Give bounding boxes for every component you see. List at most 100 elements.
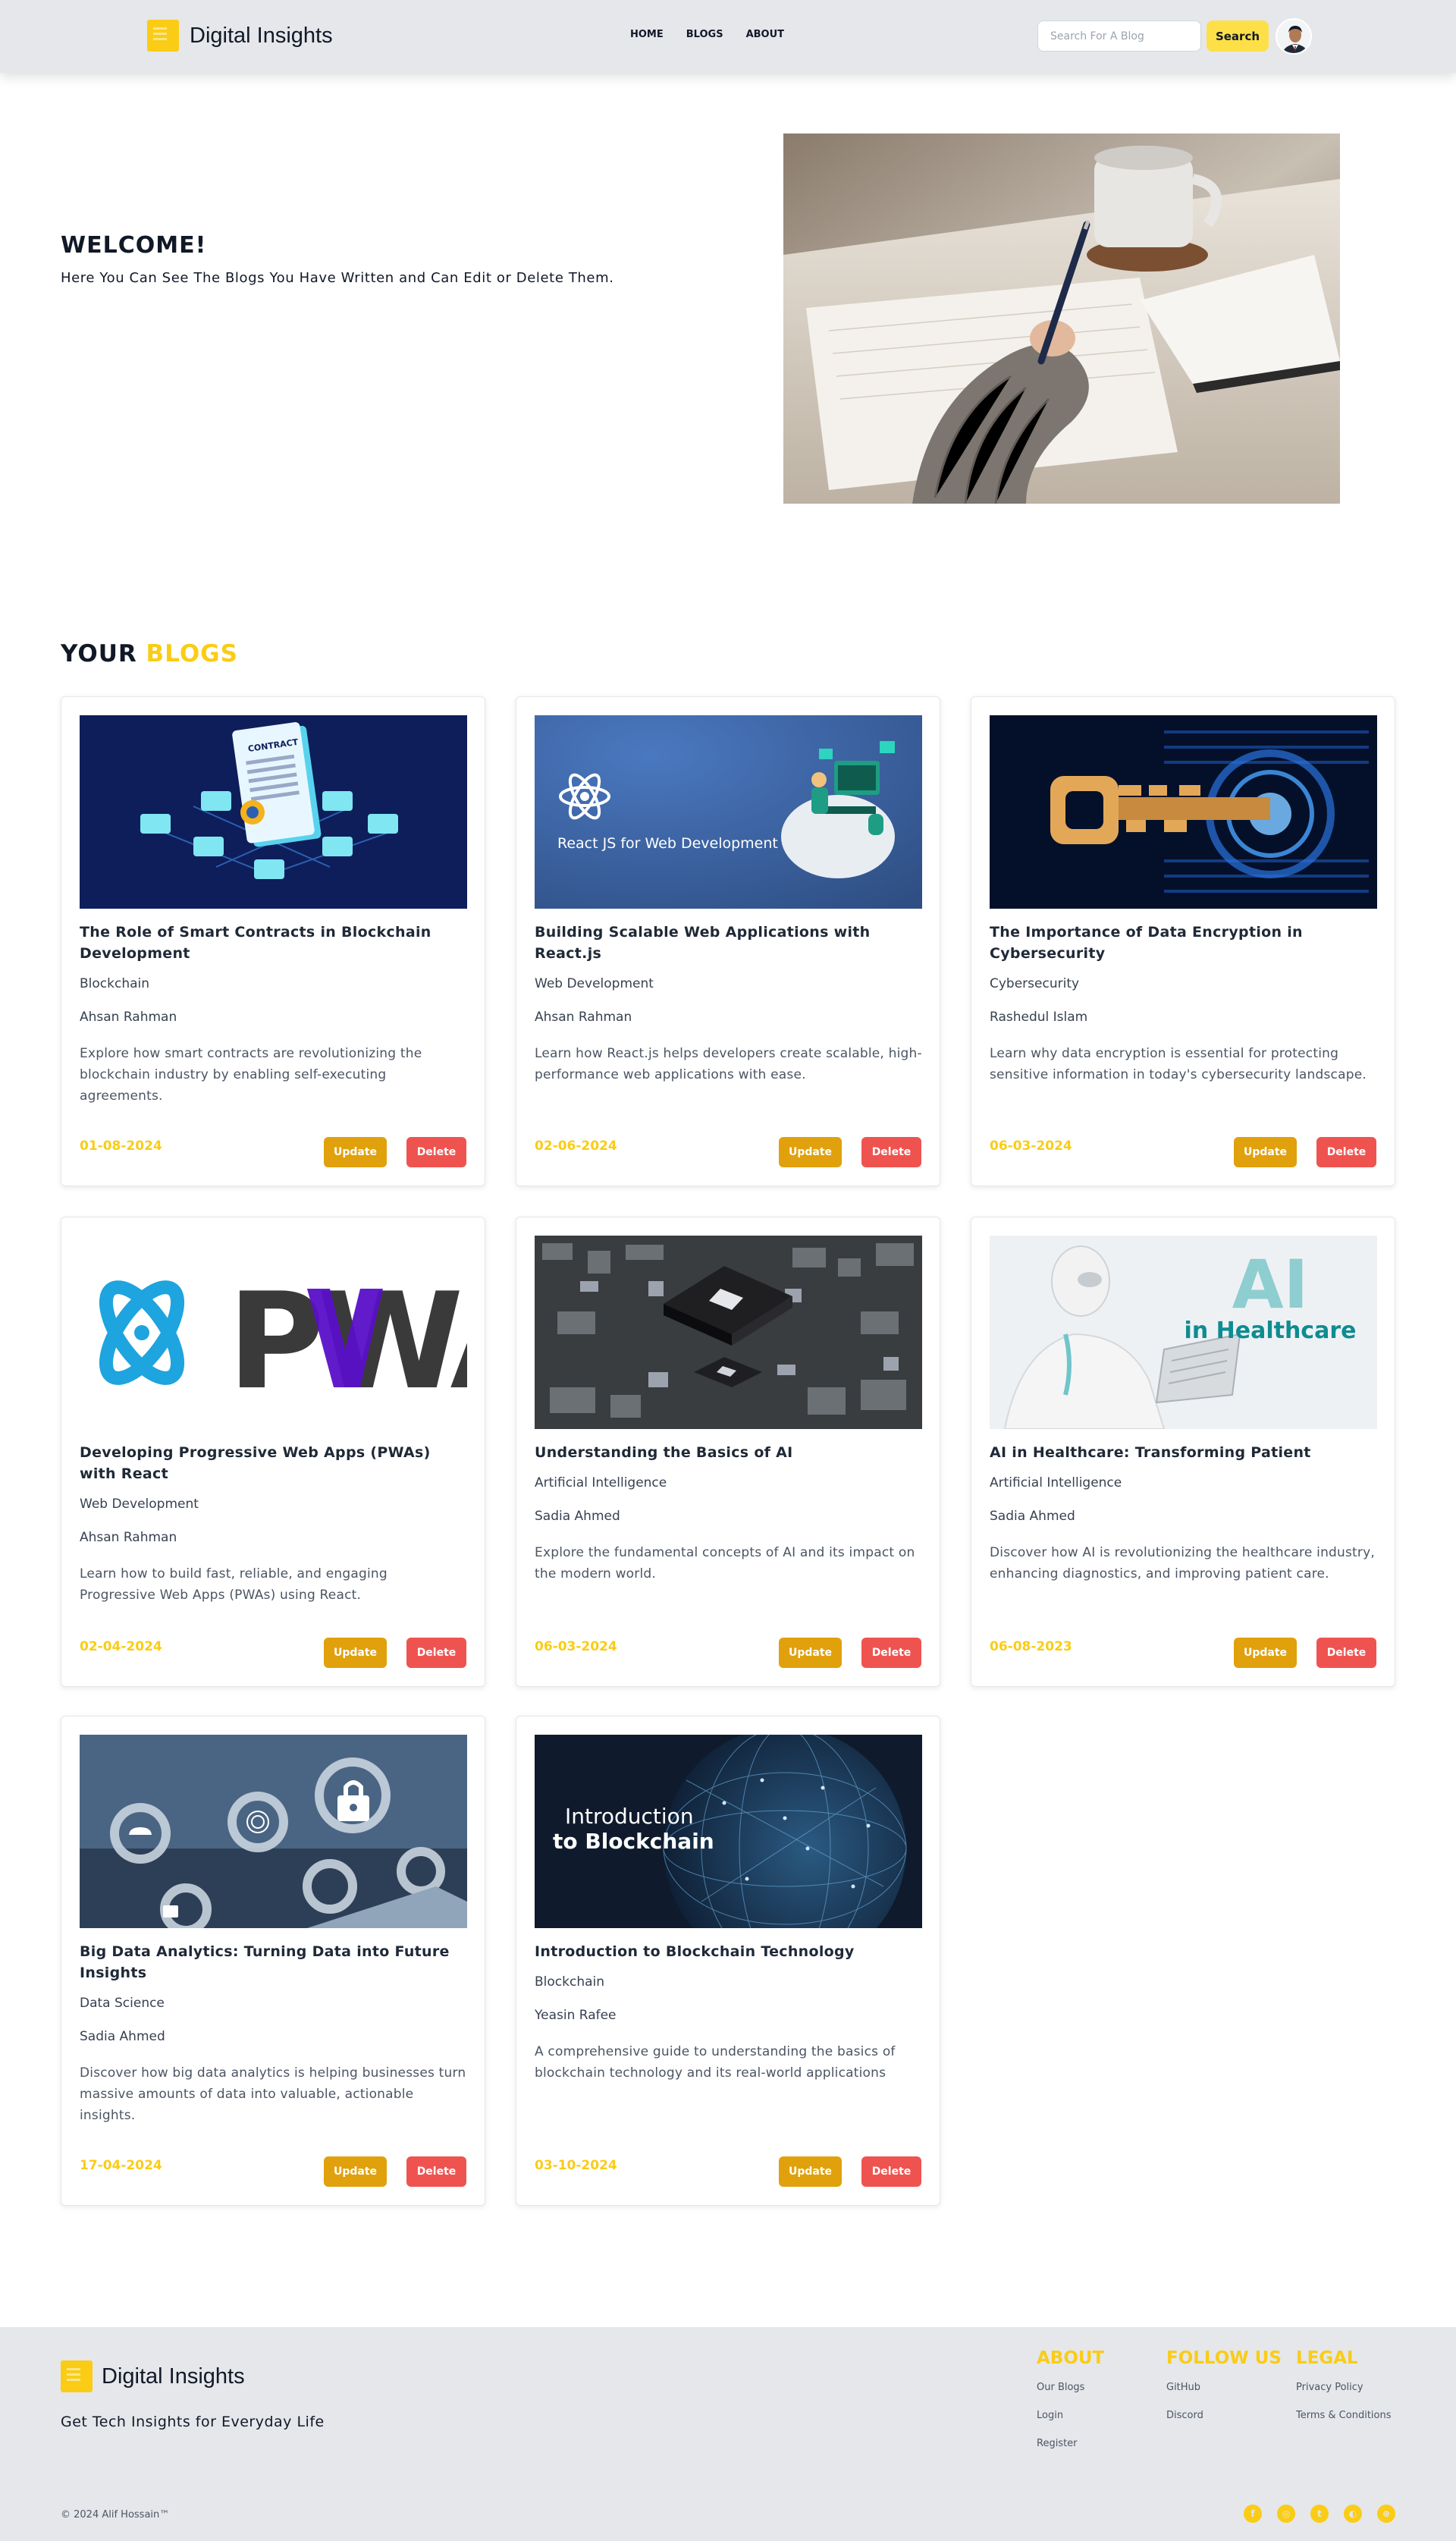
blog-card-title[interactable]: The Importance of Data Encryption in Cyb… (990, 922, 1377, 964)
blog-card-date: 17-04-2024 (80, 2158, 162, 2173)
update-button[interactable]: Update (324, 1638, 387, 1668)
delete-button[interactable]: Delete (1316, 1137, 1376, 1167)
blog-card-date: 06-08-2023 (990, 1639, 1072, 1654)
footer-social-icons: f ◎ t ◐ ⊕ (1244, 2505, 1395, 2523)
footer-column-title: LEGAL (1296, 2348, 1358, 2368)
blog-card-image (80, 1735, 467, 1928)
blog-card-footer: 06-08-2023 Update Delete (990, 1638, 1376, 1668)
blog-card-footer: 01-08-2024 Update Delete (80, 1137, 466, 1167)
delete-button[interactable]: Delete (406, 1638, 466, 1668)
blog-card: CONTRACT The Role of Smart Contracts in … (61, 696, 485, 1186)
footer-column-title: FOLLOW US (1166, 2348, 1282, 2368)
blog-card-category: Web Development (535, 976, 654, 991)
delete-button[interactable]: Delete (1316, 1638, 1376, 1668)
blog-card-image: PWA (80, 1236, 467, 1429)
blog-card-body: Big Data Analytics: Turning Data into Fu… (80, 1941, 467, 2126)
search-input[interactable] (1037, 20, 1201, 52)
github-icon[interactable]: ◐ (1344, 2505, 1362, 2523)
update-button[interactable]: Update (779, 1137, 842, 1167)
dribbble-icon[interactable]: ⊕ (1377, 2505, 1395, 2523)
delete-button[interactable]: Delete (861, 2156, 921, 2187)
section-title-plain: YOUR (61, 640, 137, 667)
facebook-icon[interactable]: f (1244, 2505, 1262, 2523)
footer-column-follow-us: FOLLOW US GitHub Discord (1166, 2348, 1282, 2438)
blog-card-title[interactable]: Introduction to Blockchain Technology (535, 1941, 922, 1962)
image-caption: React JS for Web Development (557, 835, 778, 852)
blog-card-body: Developing Progressive Web Apps (PWAs) w… (80, 1442, 467, 1606)
blog-card-image: Introduction to Blockchain (535, 1735, 922, 1928)
delete-button[interactable]: Delete (406, 2156, 466, 2187)
footer-link-discord[interactable]: Discord (1166, 2410, 1282, 2421)
blog-card-description: Explore how smart contracts are revoluti… (80, 1046, 422, 1104)
blog-card-date: 01-08-2024 (80, 1139, 162, 1154)
brand-logo-icon (61, 2360, 93, 2392)
blog-card: PWA Developing Progressive Web Apps (PWA… (61, 1217, 485, 1687)
nav-link-blogs[interactable]: BLOGS (686, 29, 723, 40)
blog-card-title[interactable]: Developing Progressive Web Apps (PWAs) w… (80, 1442, 467, 1484)
blog-card-description: Discover how big data analytics is helpi… (80, 2065, 466, 2123)
footer-tagline: Get Tech Insights for Everyday Life (61, 2414, 325, 2430)
delete-button[interactable]: Delete (406, 1137, 466, 1167)
blog-card-footer: 02-06-2024 Update Delete (535, 1137, 921, 1167)
search-button[interactable]: Search (1207, 20, 1269, 52)
update-button[interactable]: Update (779, 2156, 842, 2187)
blog-card-title[interactable]: Building Scalable Web Applications with … (535, 922, 922, 964)
blog-card-description: A comprehensive guide to understanding t… (535, 2044, 896, 2081)
blog-card-body: Understanding the Basics of AI Artificia… (535, 1442, 922, 1585)
blog-card-description: Learn how React.js helps developers crea… (535, 1046, 922, 1082)
footer-link-register[interactable]: Register (1037, 2438, 1104, 2449)
footer: Digital Insights Get Tech Insights for E… (0, 2327, 1456, 2541)
hero-heading: WELCOME! (61, 232, 207, 259)
blog-card-image: AI in Healthcare (990, 1236, 1377, 1429)
blog-card-date: 06-03-2024 (535, 1639, 617, 1654)
footer-link-terms[interactable]: Terms & Conditions (1296, 2410, 1392, 2421)
brand[interactable]: Digital Insights (147, 20, 333, 52)
blog-card-description: Learn why data encryption is essential f… (990, 1046, 1367, 1082)
blog-card-category: Artificial Intelligence (535, 1475, 667, 1490)
blog-card-category: Cybersecurity (990, 976, 1080, 991)
blog-card-footer: 02-04-2024 Update Delete (80, 1638, 466, 1668)
blog-card-author: Ahsan Rahman (80, 1530, 177, 1545)
update-button[interactable]: Update (324, 1137, 387, 1167)
section-title-accent: BLOGS (146, 640, 238, 667)
footer-column-legal: LEGAL Privacy Policy Terms & Conditions (1296, 2348, 1392, 2438)
update-button[interactable]: Update (779, 1638, 842, 1668)
blog-card-image (535, 1236, 922, 1429)
twitter-icon[interactable]: t (1310, 2505, 1329, 2523)
blog-card-body: Building Scalable Web Applications with … (535, 922, 922, 1085)
delete-button[interactable]: Delete (861, 1638, 921, 1668)
update-button[interactable]: Update (1234, 1638, 1297, 1668)
blog-card-title[interactable]: Understanding the Basics of AI (535, 1442, 922, 1463)
blog-card-body: Introduction to Blockchain Technology Bl… (535, 1941, 922, 2084)
navbar: Digital Insights HOME BLOGS ABOUT Search (0, 0, 1456, 73)
footer-link-login[interactable]: Login (1037, 2410, 1104, 2421)
footer-link-privacy-policy[interactable]: Privacy Policy (1296, 2382, 1392, 2393)
blog-card-image: CONTRACT (80, 715, 467, 909)
footer-brand[interactable]: Digital Insights (61, 2360, 245, 2392)
blog-card: AI in Healthcare AI in Healthcare: Trans… (971, 1217, 1395, 1687)
blog-card-date: 02-06-2024 (535, 1139, 617, 1154)
avatar[interactable] (1276, 18, 1312, 55)
brand-logo-icon (147, 20, 179, 52)
blog-card-title[interactable]: AI in Healthcare: Transforming Patient (990, 1442, 1377, 1463)
footer-link-github[interactable]: GitHub (1166, 2382, 1282, 2393)
update-button[interactable]: Update (324, 2156, 387, 2187)
blog-card-title[interactable]: The Role of Smart Contracts in Blockchai… (80, 922, 467, 964)
nav-link-about[interactable]: ABOUT (746, 29, 784, 40)
blog-card-category: Artificial Intelligence (990, 1475, 1122, 1490)
blog-card-title[interactable]: Big Data Analytics: Turning Data into Fu… (80, 1941, 467, 1983)
blog-card-author: Rashedul Islam (990, 1010, 1088, 1025)
blog-card-category: Web Development (80, 1497, 199, 1512)
footer-column-title: ABOUT (1037, 2348, 1105, 2368)
blog-card-author: Sadia Ahmed (990, 1509, 1075, 1524)
blog-card-author: Sadia Ahmed (80, 2029, 165, 2044)
footer-column-about: ABOUT Our Blogs Login Register (1037, 2348, 1104, 2466)
blog-card-description: Explore the fundamental concepts of AI a… (535, 1545, 915, 1581)
delete-button[interactable]: Delete (861, 1137, 921, 1167)
nav-link-home[interactable]: HOME (630, 29, 664, 40)
blog-card-image: React JS for Web Development (535, 715, 922, 909)
footer-link-our-blogs[interactable]: Our Blogs (1037, 2382, 1104, 2393)
update-button[interactable]: Update (1234, 1137, 1297, 1167)
instagram-icon[interactable]: ◎ (1277, 2505, 1295, 2523)
blog-card-author: Yeasin Rafee (535, 2008, 617, 2023)
